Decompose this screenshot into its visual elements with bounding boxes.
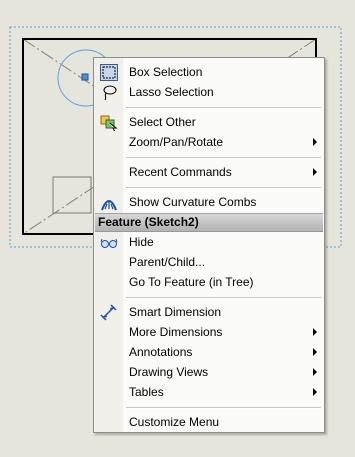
menu-label: Hide	[129, 235, 154, 249]
menu-label: Show Curvature Combs	[129, 195, 257, 209]
menu-label: More Dimensions	[129, 325, 223, 339]
menu-label: Customize Menu	[129, 415, 220, 429]
menu-item-parent-child[interactable]: Parent/Child...	[94, 252, 324, 272]
menu-item-smart-dimension[interactable]: Smart Dimension	[94, 302, 324, 322]
menu-item-recent-commands[interactable]: Recent Commands	[94, 162, 324, 182]
submenu-arrow-icon	[313, 368, 317, 376]
menu-label: Smart Dimension	[129, 305, 222, 319]
glasses-hide-icon	[100, 234, 118, 251]
menu-separator	[126, 407, 321, 409]
menu-label: Annotations	[129, 345, 193, 359]
feature-section-title: Feature (Sketch2)	[98, 215, 199, 229]
menu-label: Parent/Child...	[129, 255, 206, 269]
menu-item-select-other[interactable]: Select Other	[94, 112, 324, 132]
menu-label: Lasso Selection	[129, 85, 214, 99]
lasso-icon	[100, 84, 118, 101]
menu-item-hide[interactable]: Hide	[94, 232, 324, 252]
menu-item-go-to-feature[interactable]: Go To Feature (in Tree)	[94, 272, 324, 292]
submenu-arrow-icon	[313, 168, 317, 176]
menu-label: Go To Feature (in Tree)	[129, 275, 254, 289]
menu-item-tables[interactable]: Tables	[94, 382, 324, 402]
menu-item-customize-menu[interactable]: Customize Menu	[94, 412, 324, 432]
sketch-point	[81, 73, 89, 81]
box-selection-icon	[100, 64, 118, 81]
submenu-arrow-icon	[313, 348, 317, 356]
menu-item-show-curvature-combs[interactable]: Show Curvature Combs	[94, 192, 324, 212]
menu-item-more-dimensions[interactable]: More Dimensions	[94, 322, 324, 342]
menu-label: Box Selection	[129, 65, 203, 79]
submenu-arrow-icon	[313, 328, 317, 336]
menu-separator	[126, 107, 321, 109]
sketch-square	[52, 176, 92, 214]
menu-item-annotations[interactable]: Annotations	[94, 342, 324, 362]
menu-item-box-selection[interactable]: Box Selection	[94, 62, 324, 82]
menu-label: Tables	[129, 385, 164, 399]
smart-dimension-icon	[100, 304, 118, 321]
menu-separator	[126, 157, 321, 159]
menu-item-lasso-selection[interactable]: Lasso Selection	[94, 82, 324, 102]
menu-item-drawing-views[interactable]: Drawing Views	[94, 362, 324, 382]
menu-label: Select Other	[129, 115, 196, 129]
menu-label: Zoom/Pan/Rotate	[129, 135, 224, 149]
submenu-arrow-icon	[313, 138, 317, 146]
menu-separator	[126, 297, 321, 299]
context-menu: Box Selection Lasso Selection Select Oth…	[93, 57, 325, 433]
curvature-combs-icon	[100, 194, 118, 211]
menu-label: Drawing Views	[129, 365, 209, 379]
submenu-arrow-icon	[313, 388, 317, 396]
select-other-icon	[100, 114, 118, 132]
menu-label: Recent Commands	[129, 165, 232, 179]
menu-separator	[126, 187, 321, 189]
menu-item-zoom-pan-rotate[interactable]: Zoom/Pan/Rotate	[94, 132, 324, 152]
feature-section-header: Feature (Sketch2)	[95, 213, 323, 232]
